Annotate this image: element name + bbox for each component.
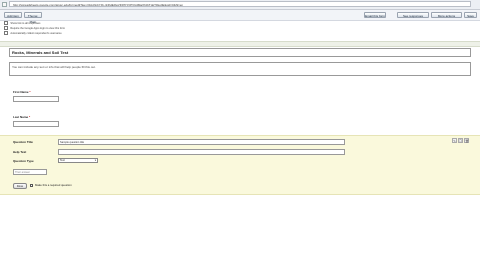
done-button[interactable]: Done <box>13 183 27 189</box>
save-button[interactable]: Save <box>464 12 477 18</box>
answer-preview-input: Their answer <box>13 169 47 175</box>
notice-require-login[interactable]: Require the Google Apps login to view th… <box>4 26 65 31</box>
question-title-label: Question Title <box>13 140 33 144</box>
notice-collect-username[interactable]: Automatically collect respondent's usern… <box>4 31 62 36</box>
copy-icon[interactable]: ❐ <box>458 138 463 143</box>
required-label: Make this a required question <box>35 183 72 187</box>
checkbox-icon <box>4 21 9 26</box>
help-text-label: Help Text <box>13 150 27 154</box>
first-name-input[interactable] <box>13 96 59 102</box>
form-title-input[interactable]: Rocks, Minerals and Soil Test <box>9 48 471 57</box>
chevron-down-icon: ▾ <box>94 159 96 162</box>
last-name-label: Last Name * <box>13 115 31 119</box>
pencil-icon[interactable]: ✎ <box>452 138 457 143</box>
first-name-label: First Name * <box>13 90 31 94</box>
add-item-button[interactable]: Add item <box>4 12 22 18</box>
question-type-label: Question Type <box>13 159 34 163</box>
question-type-select[interactable]: Text ▾ <box>58 158 98 163</box>
theme-button[interactable]: Theme: Plain <box>24 12 42 24</box>
page-icon <box>2 2 7 7</box>
more-actions-button[interactable]: More actions <box>431 12 462 18</box>
notice-show-link[interactable]: Show link to all responses <box>4 21 40 26</box>
checkbox-icon <box>4 31 9 36</box>
help-text-input[interactable] <box>58 149 345 155</box>
url-input[interactable]: http://spreadsheets.google.com/a/usc.edu… <box>9 1 471 7</box>
question-title-input[interactable]: Sample question title <box>58 139 345 145</box>
checkbox-icon <box>4 26 9 31</box>
see-responses-button[interactable]: See responses <box>397 12 429 18</box>
section-divider <box>0 41 480 47</box>
last-name-input[interactable] <box>13 121 59 127</box>
trash-icon[interactable]: 🗑 <box>464 138 469 143</box>
form-description-input[interactable]: You can include any text or info that wi… <box>9 62 471 76</box>
email-form-button[interactable]: Email this form <box>364 12 386 18</box>
required-checkbox[interactable] <box>30 184 33 187</box>
